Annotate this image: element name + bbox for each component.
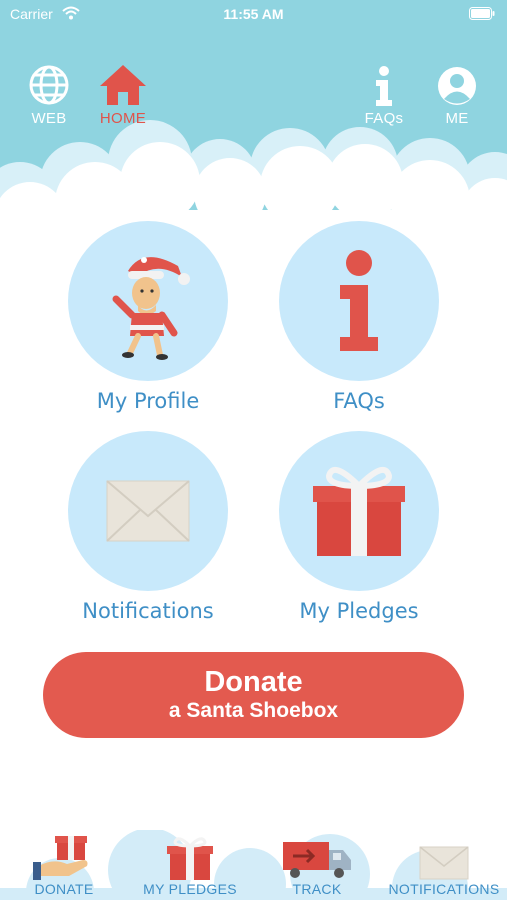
nav-home[interactable]: HOME (88, 62, 158, 127)
tab-my-pledges[interactable]: MY PLEDGES (130, 837, 250, 897)
tile-notifications-circle (68, 431, 228, 591)
tab-track-label: TRACK (292, 881, 342, 897)
nav-web-label: WEB (31, 110, 67, 127)
donate-button-subtitle: a Santa Shoebox (168, 699, 339, 722)
tile-faqs[interactable]: FAQs (254, 221, 464, 413)
nav-me-label: ME (445, 110, 469, 127)
battery-icon (469, 7, 495, 20)
nav-me[interactable]: ME (422, 62, 492, 127)
gift-icon (313, 466, 405, 556)
envelope-icon (106, 480, 190, 542)
tile-my-profile[interactable]: My Profile (43, 221, 253, 413)
santa-elf-icon (112, 257, 190, 360)
status-bar: Carrier 11:55 AM (0, 0, 507, 28)
house-icon (88, 62, 158, 106)
tab-my-pledges-label: MY PLEDGES (143, 881, 237, 897)
envelope-icon (384, 838, 504, 880)
status-time: 11:55 AM (223, 6, 284, 22)
tile-my-pledges-label: My Pledges (299, 599, 419, 623)
nav-faqs[interactable]: FAQs (349, 62, 419, 127)
tile-my-pledges[interactable]: My Pledges (254, 431, 464, 623)
tile-my-pledges-circle (279, 431, 439, 591)
tab-donate-label: DONATE (34, 881, 94, 897)
gift-icon (130, 837, 250, 880)
tab-notifications-label: NOTIFICATIONS (388, 881, 500, 897)
donate-button[interactable]: Donate a Santa Shoebox (43, 652, 464, 738)
header-clouds (0, 120, 507, 230)
person-icon (422, 62, 492, 106)
hand-gift-icon (4, 836, 124, 880)
tile-notifications-label: Notifications (82, 599, 214, 623)
tile-notifications[interactable]: Notifications (43, 431, 253, 623)
tile-faqs-circle (279, 221, 439, 381)
globe-icon (14, 62, 84, 106)
nav-web[interactable]: WEB (14, 62, 84, 127)
tab-track[interactable]: TRACK (257, 838, 377, 897)
info-icon (349, 62, 419, 106)
info-icon (340, 250, 378, 351)
tile-my-profile-circle (68, 221, 228, 381)
tab-notifications[interactable]: NOTIFICATIONS (384, 838, 504, 897)
tile-my-profile-label: My Profile (96, 389, 200, 413)
tile-faqs-label: FAQs (333, 389, 385, 413)
donate-button-title: Donate (204, 666, 303, 698)
tab-donate[interactable]: DONATE (4, 836, 124, 897)
truck-icon (257, 838, 377, 880)
nav-faqs-label: FAQs (364, 110, 404, 127)
nav-home-label: HOME (99, 110, 147, 127)
